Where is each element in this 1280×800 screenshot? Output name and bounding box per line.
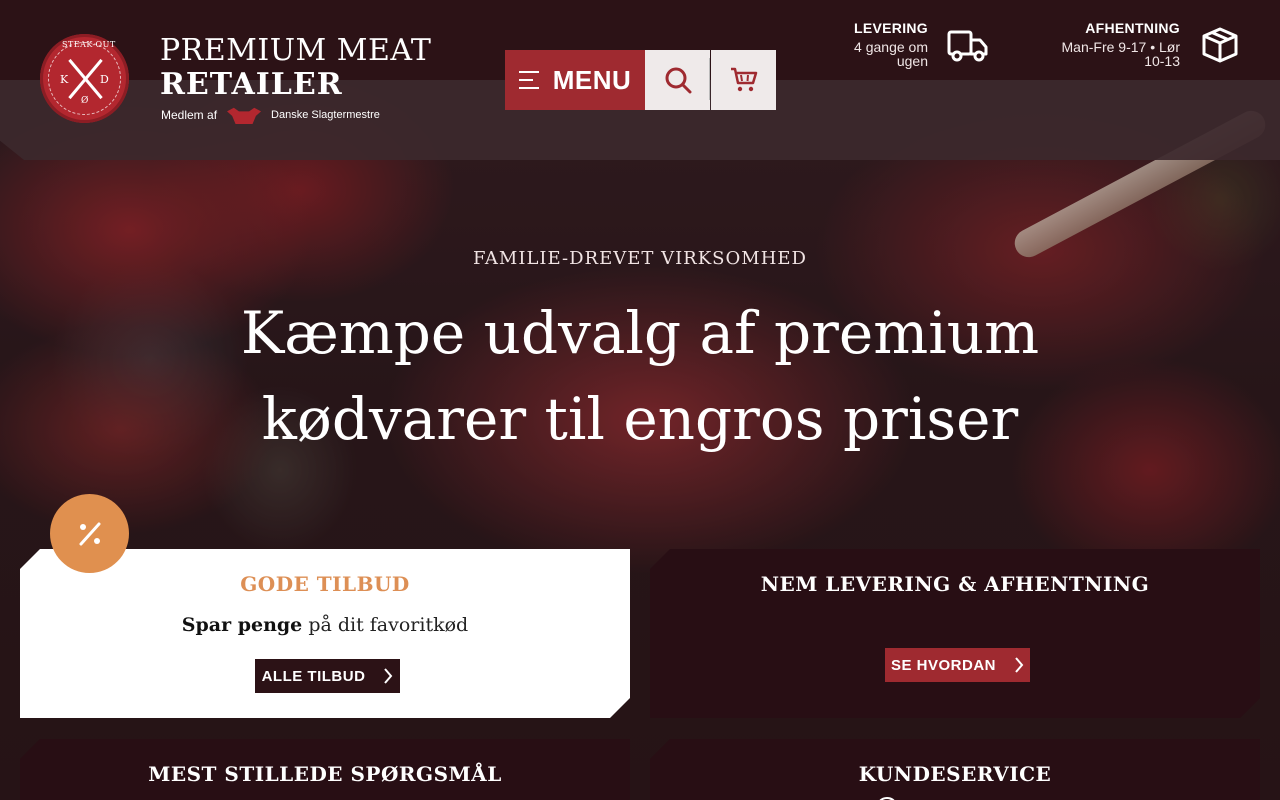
customer-service-card[interactable]: KUNDESERVICE — [650, 739, 1260, 800]
percent-glyph — [79, 522, 100, 545]
faq-card[interactable]: MEST STILLEDE SPØRGSMÅL — [20, 739, 630, 800]
search-icon — [665, 67, 691, 94]
logo-letter-o: Ø — [81, 96, 89, 106]
hero-title: Kæmpe udvalg af premium kødvarer til eng… — [240, 299, 1040, 453]
menu-label: MENU — [552, 64, 632, 95]
offers-subtitle-rest: på dit favoritkød — [302, 614, 469, 636]
box-icon — [1202, 27, 1238, 63]
pickup-title: AFHENTNING — [1085, 20, 1180, 36]
faq-title: MEST STILLEDE SPØRGSMÅL — [148, 762, 502, 786]
menu-button[interactable]: MENU — [505, 50, 645, 110]
delivery-text: 4 gange om ugen — [854, 39, 928, 69]
member-prefix: Medlem af — [161, 108, 218, 122]
search-button[interactable] — [645, 50, 710, 110]
bull-logo-icon — [227, 107, 262, 124]
customer-service-title: KUNDESERVICE — [858, 762, 1052, 786]
cart-button[interactable] — [711, 50, 776, 110]
hero-eyebrow: FAMILIE-DREVET VIRKSOMHED — [473, 248, 807, 269]
percent-icon — [50, 494, 129, 573]
membership-note: Medlem af Danske Slagtermestre — [161, 106, 380, 124]
delivery-card-title: NEM LEVERING & AFHENTNING — [760, 572, 1150, 596]
truck-icon — [947, 30, 988, 62]
delivery-title: LEVERING — [854, 20, 928, 36]
brand-line1: PREMIUM MEAT — [160, 33, 432, 68]
offers-subtitle-bold: Spar penge — [181, 614, 303, 636]
header-button-divider — [709, 58, 710, 100]
logo-text: STEAK-OUT — [62, 40, 116, 49]
offers-subtitle: Spar penge på dit favoritkød — [20, 614, 630, 636]
delivery-card[interactable]: NEM LEVERING & AFHENTNING SE HVORDAN — [650, 549, 1260, 718]
all-offers-label: ALLE TILBUD — [261, 667, 366, 685]
pickup-text: Man-Fre 9-17 • Lør 10-13 — [1061, 39, 1181, 69]
brand-name[interactable]: PREMIUM MEAT RETAILER — [160, 34, 431, 102]
logo-letter-d: D — [100, 73, 109, 86]
chevron-right-icon — [1014, 657, 1024, 673]
hamburger-icon — [518, 71, 539, 89]
member-org: Danske Slagtermestre — [271, 109, 380, 121]
offers-title: GODE TILBUD — [240, 572, 410, 596]
delivery-info[interactable]: LEVERING 4 gange om ugen — [820, 20, 928, 68]
see-how-label: SE HVORDAN — [890, 656, 996, 674]
see-how-button[interactable]: SE HVORDAN — [885, 648, 1030, 682]
all-offers-button[interactable]: ALLE TILBUD — [255, 659, 400, 693]
logo-icon[interactable]: K D Ø STEAK-OUT — [40, 34, 129, 123]
offers-card[interactable]: GODE TILBUD Spar penge på dit favoritkød… — [20, 549, 630, 718]
brand-line2: RETAILER — [160, 67, 343, 102]
logo-letter-k: K — [60, 73, 69, 86]
cart-icon — [730, 67, 757, 92]
pickup-info[interactable]: AFHENTNING Man-Fre 9-17 • Lør 10-13 — [1050, 20, 1181, 69]
chevron-right-icon — [383, 668, 393, 684]
site-header: K D Ø STEAK-OUT PREMIUM MEAT RETAILER Me… — [0, 0, 1280, 160]
